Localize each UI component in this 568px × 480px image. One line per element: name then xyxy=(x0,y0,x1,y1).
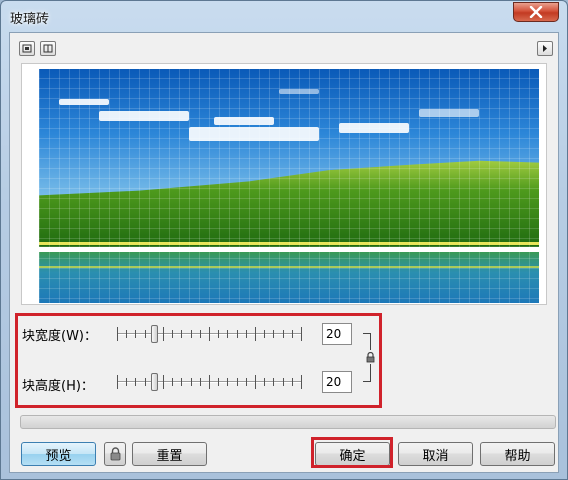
preview-image xyxy=(39,69,539,303)
reset-button[interactable]: 重置 xyxy=(132,442,207,466)
preview-lock-button[interactable] xyxy=(104,442,126,466)
lock-icon xyxy=(110,447,120,461)
close-icon xyxy=(529,6,543,18)
progress-bar xyxy=(20,415,556,429)
ok-highlight-box xyxy=(311,437,393,468)
preview-area[interactable] xyxy=(21,63,547,305)
dialog-window: 玻璃砖 块宽度(W)： 20 块高度(H)： 20 预览 重置 确定 取消 帮助 xyxy=(0,0,568,480)
expand-arrow-icon xyxy=(543,45,547,52)
dialog-content: 块宽度(W)： 块高度(H)： 预览 xyxy=(9,32,559,473)
preview-split-single-icon xyxy=(22,44,32,53)
help-button[interactable]: 帮助 xyxy=(480,442,555,466)
settings-highlight-box xyxy=(15,313,382,408)
window-title: 玻璃砖 xyxy=(10,12,50,27)
dual-preview-button[interactable] xyxy=(40,41,56,56)
single-preview-button[interactable] xyxy=(19,41,35,56)
expand-button[interactable] xyxy=(537,41,553,56)
title-bar[interactable]: 玻璃砖 xyxy=(1,1,567,31)
close-button[interactable] xyxy=(513,2,559,22)
preview-split-dual-icon xyxy=(43,44,53,53)
preview-button[interactable]: 预览 xyxy=(21,442,96,466)
cancel-button[interactable]: 取消 xyxy=(398,442,473,466)
